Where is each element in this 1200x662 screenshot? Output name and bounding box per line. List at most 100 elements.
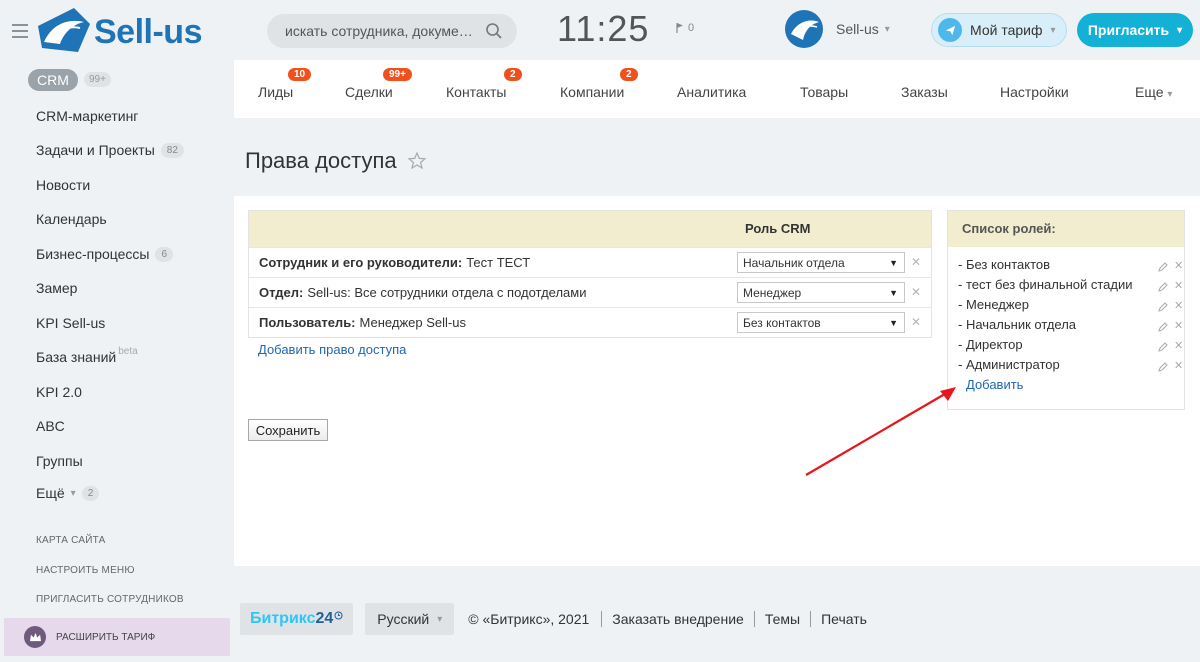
chevron-down-icon: ▾ [1050,24,1056,36]
close-icon[interactable]: ✕ [1174,341,1183,352]
row-subject-name: Тест ТЕСТ [466,255,531,270]
burger-menu-icon[interactable] [12,24,28,38]
tab-settings[interactable]: Настройки [1000,84,1069,100]
sidebar-item-count: 6 [155,246,174,262]
sidebar-crm-count: 99+ [84,72,111,87]
company-avatar-icon [791,20,819,40]
dropdown-arrow-icon: ▼ [889,257,898,268]
sidebar-item-kpi-sellus[interactable]: KPI Sell-us [36,315,105,331]
themes-link[interactable]: Темы [753,611,810,627]
tab-leads[interactable]: Лиды 10 [258,68,312,100]
pencil-icon[interactable] [1158,281,1168,292]
tab-deals[interactable]: Сделки 99+ [345,68,412,100]
company-logo[interactable]: Sell-us [34,4,202,60]
star-icon[interactable] [407,151,427,171]
site-map-link[interactable]: КАРТА САЙТА [36,535,105,546]
bitrix24-logo[interactable]: Битрикс 24 [240,603,354,635]
close-icon[interactable]: ✕ [1174,301,1183,312]
tab-more[interactable]: Еще ▾ [1135,84,1172,100]
tab-orders[interactable]: Заказы [901,84,948,100]
tab-products[interactable]: Товары [800,84,848,100]
print-link[interactable]: Печать [810,611,877,627]
tab-companies[interactable]: Компании 2 [560,68,638,100]
sidebar-item-label: Задачи и Проекты [36,142,155,158]
invite-employees-link[interactable]: ПРИГЛАСИТЬ СОТРУДНИКОВ [36,594,184,605]
brand-number: 24 [315,610,334,627]
table-row: Отдел: Sell-us: Все сотрудники отдела с … [249,277,931,307]
row-subject-name: Sell-us: Все сотрудники отдела с подотде… [307,285,587,300]
pencil-icon[interactable] [1158,321,1168,332]
sidebar-item-label: KPI 2.0 [36,384,82,400]
logo-text: Sell-us [94,12,202,51]
table-row: Пользователь: Менеджер Sell-us Без конта… [249,307,931,337]
role-select[interactable]: Менеджер ▼ [737,282,905,303]
add-access-right-link[interactable]: Добавить право доступа [258,342,406,357]
close-icon[interactable]: ✕ [1174,321,1183,332]
sidebar-item-zamer[interactable]: Замер [36,280,77,296]
pencil-icon[interactable] [1158,261,1168,272]
order-implementation-link[interactable]: Заказать внедрение [601,611,754,627]
sidebar-item-calendar[interactable]: Календарь [36,211,107,227]
sidebar-item-label: Бизнес-процессы [36,246,150,262]
tab-label: Аналитика [677,84,747,100]
flag-count: 0 [688,22,695,34]
role-select[interactable]: Без контактов ▼ [737,312,905,333]
tab-contacts[interactable]: Контакты 2 [446,68,522,100]
close-icon[interactable]: ✕ [1174,281,1183,292]
configure-menu-link[interactable]: НАСТРОИТЬ МЕНЮ [36,565,135,576]
add-role-link[interactable]: Добавить [966,377,1023,392]
sidebar-item-label: Новости [36,177,91,193]
row-subject-type: Отдел: [259,285,304,300]
sidebar-item-news[interactable]: Новости [36,177,90,193]
pencil-icon[interactable] [1158,301,1168,312]
sidebar-item-crm[interactable]: CRM [28,69,78,91]
chevron-down-icon: ▾ [437,613,443,625]
table-header: Роль CRM [249,211,931,247]
my-tariff-button[interactable]: Мой тариф ▾ [931,13,1067,47]
tab-label: Настройки [1000,84,1069,100]
chevron-down-icon: ▾ [1177,24,1183,36]
sidebar-item-crm-marketing[interactable]: CRM-маркетинг [36,108,138,124]
close-icon[interactable]: ✕ [1174,261,1183,272]
sidebar-item-count: 2 [81,485,100,501]
language-select[interactable]: Русский ▾ [365,603,455,635]
clock-icon [334,611,343,619]
sidebar-item-groups[interactable]: Группы [36,453,83,469]
pencil-icon[interactable] [1158,341,1168,352]
close-icon[interactable]: ✕ [911,285,921,299]
sidebar-item-abc[interactable]: ABC [36,418,65,434]
tab-analytics[interactable]: Аналитика [677,84,746,100]
role-select[interactable]: Начальник отдела ▼ [737,252,905,273]
flag-icon [676,23,683,33]
flag-counter[interactable]: 0 [676,22,694,34]
invite-label: Пригласить [1087,22,1170,38]
sidebar-item-kpi-2[interactable]: KPI 2.0 [36,384,82,400]
left-sidebar: CRM 99+ CRM-маркетинг Задачи и Проекты 8… [0,64,234,662]
search-input[interactable]: искать сотрудника, докумен... [267,14,517,48]
pencil-icon[interactable] [1158,361,1168,372]
sidebar-item-label: База знаний [36,349,117,365]
company-avatar[interactable] [785,10,823,48]
role-item: - Без контактов [958,257,1051,272]
sidebar-item-knowledge-base[interactable]: База знаний beta [36,346,138,366]
row-subject-type: Сотрудник и его руководители: [259,255,463,270]
close-icon[interactable]: ✕ [1174,361,1183,372]
search-icon[interactable] [485,22,503,40]
chevron-down-icon: ▾ [1167,89,1173,100]
sidebar-item-business-processes[interactable]: Бизнес-процессы 6 [36,246,174,262]
upgrade-tariff-button[interactable]: РАСШИРИТЬ ТАРИФ [4,618,230,656]
save-button[interactable]: Сохранить [248,419,328,441]
company-switcher[interactable]: Sell-us ▾ [836,21,890,37]
crm-top-nav: Лиды 10 Сделки 99+ Контакты 2 Компании 2… [234,60,1200,118]
close-icon[interactable]: ✕ [911,315,921,329]
close-icon[interactable]: ✕ [911,255,921,269]
tab-badge: 2 [620,68,638,81]
row-subject-name: Менеджер Sell-us [359,315,466,330]
sidebar-item-tasks[interactable]: Задачи и Проекты 82 [36,142,184,158]
clock[interactable]: 11:25 [557,8,649,50]
sidebar-item-more[interactable]: Ещё ▾ 2 [36,485,100,501]
search-placeholder: искать сотрудника, докумен... [285,23,477,39]
role-select-value: Без контактов [743,315,821,330]
invite-button[interactable]: Пригласить ▾ [1077,13,1193,47]
crown-icon [24,626,46,648]
